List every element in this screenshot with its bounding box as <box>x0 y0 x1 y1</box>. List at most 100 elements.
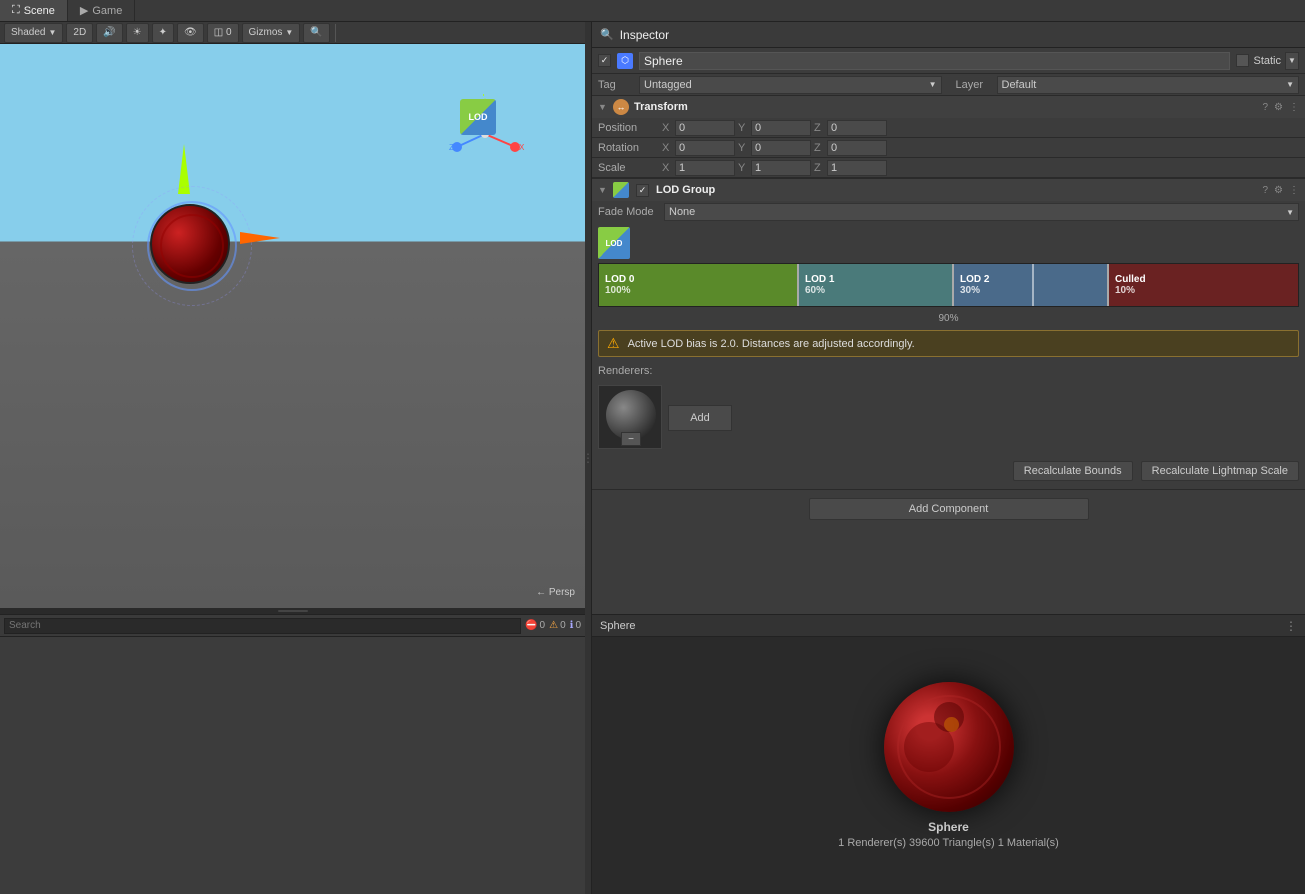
rot-y-input[interactable] <box>751 140 811 156</box>
rot-z-input[interactable] <box>827 140 887 156</box>
lod-enabled-checkbox[interactable] <box>636 184 649 197</box>
error-icon: ⛔ <box>525 620 537 631</box>
pos-x-input[interactable] <box>675 120 735 136</box>
svg-text:Z: Z <box>449 143 454 152</box>
lod1-label: LOD 1 <box>805 274 946 285</box>
2d-label: 2D <box>73 27 86 38</box>
renderer-item-0[interactable]: − <box>598 385 662 449</box>
rot-x-label: X <box>662 142 674 154</box>
layer-dropdown[interactable]: Default ▼ <box>997 76 1300 94</box>
lod-segment-0[interactable]: LOD 0 100% <box>599 264 799 306</box>
static-dropdown-btn[interactable]: ▼ <box>1285 52 1299 70</box>
scale-y-input[interactable] <box>751 160 811 176</box>
scene-sphere-mesh <box>150 204 230 284</box>
lod-collapse-arrow: ▼ <box>598 185 608 195</box>
rotation-label: Rotation <box>598 142 658 154</box>
recalculate-row: Recalculate Bounds Recalculate Lightmap … <box>592 453 1305 489</box>
scale-z-field: Z <box>814 160 887 176</box>
culled-pct: 10% <box>1115 285 1292 296</box>
transform-settings-btn[interactable]: ⚙ <box>1274 102 1283 113</box>
warning-icon: ⚠ <box>549 620 558 631</box>
transform-icon: ↔ <box>613 99 629 115</box>
position-label: Position <box>598 122 658 134</box>
lod-icon <box>613 182 629 198</box>
bottom-left-panel: ⛔ 0 ⚠ 0 ℹ 0 <box>0 614 585 894</box>
fx-button[interactable]: ✦ <box>152 23 174 43</box>
tag-dropdown[interactable]: Untagged ▼ <box>639 76 942 94</box>
go-name-input[interactable] <box>639 52 1230 70</box>
persp-label: ← Persp <box>536 587 575 598</box>
lod-ring <box>132 186 252 306</box>
preview-panel: Sphere ⋮ Sphere 1 Renderer(s) 39600 Tria… <box>592 614 1305 894</box>
view-options-button[interactable]: 👁 <box>177 23 204 43</box>
transform-component: ▼ ↔ Transform ? ⚙ ⋮ Position X <box>592 96 1305 179</box>
rot-y-field: Y <box>738 140 811 156</box>
rot-x-field: X <box>662 140 735 156</box>
pos-x-field: X <box>662 120 735 136</box>
lod-group-header[interactable]: ▼ LOD Group ? ⚙ ⋮ <box>592 179 1305 201</box>
recalculate-lightmap-button[interactable]: Recalculate Lightmap Scale <box>1141 461 1299 481</box>
fade-mode-label: Fade Mode <box>598 206 658 218</box>
layer-arrow: ▼ <box>1286 80 1294 89</box>
inspector-body[interactable]: ⬡ Static ▼ Tag Untagged ▼ Layer Default <box>592 48 1305 614</box>
transform-header[interactable]: ▼ ↔ Transform ? ⚙ ⋮ <box>592 96 1305 118</box>
lod-segment-1[interactable]: LOD 1 60% <box>799 264 954 306</box>
layer-label: Layer <box>956 79 991 91</box>
transform-menu-btn[interactable]: ⋮ <box>1289 102 1299 113</box>
sphere-detail-2 <box>934 702 964 732</box>
console-search-input[interactable] <box>4 618 521 634</box>
layers-button[interactable]: ◫ 0 <box>207 23 239 43</box>
rot-x-input[interactable] <box>675 140 735 156</box>
scale-z-input[interactable] <box>827 160 887 176</box>
static-checkbox[interactable] <box>1236 54 1249 67</box>
layer-value: Default <box>1002 79 1037 91</box>
lod-segment-culled[interactable]: Culled 10% <box>1109 264 1298 306</box>
lod-bar-container[interactable]: LOD 0 100% LOD 1 60% LOD 2 30% Culled 10… <box>598 263 1299 307</box>
scene-view[interactable]: Y X Z LOD ← Persp <box>0 44 585 608</box>
recalculate-bounds-button[interactable]: Recalculate Bounds <box>1013 461 1133 481</box>
audio-button[interactable]: 🔊 <box>96 23 122 43</box>
scene-icon: ⛶ <box>12 4 20 17</box>
scale-label: Scale <box>598 162 658 174</box>
lod-indicator-line <box>1032 264 1034 306</box>
view-tabs: ⛶ Scene ▶ Game <box>0 0 1305 22</box>
tab-scene[interactable]: ⛶ Scene <box>0 0 68 21</box>
renderer-remove-btn-0[interactable]: − <box>621 432 641 446</box>
preview-title: Sphere <box>600 620 635 632</box>
gizmos-button[interactable]: Gizmos ▼ <box>242 23 301 43</box>
transform-actions: ? ⚙ ⋮ <box>1262 102 1299 113</box>
scene-tab-label: Scene <box>24 5 55 17</box>
2d-button[interactable]: 2D <box>66 23 93 43</box>
toolbar-sep <box>335 24 336 42</box>
scale-y-field: Y <box>738 160 811 176</box>
lighting-button[interactable]: ☀ <box>126 23 149 43</box>
fade-mode-dropdown[interactable]: None ▼ <box>664 203 1299 221</box>
lod2-label: LOD 2 <box>960 274 1101 285</box>
inspector-icon: 🔍 <box>600 28 614 41</box>
lod-help-btn[interactable]: ? <box>1262 185 1268 196</box>
resizer-handle <box>278 610 308 612</box>
renderers-row: − Add <box>592 381 1305 453</box>
pos-y-input[interactable] <box>751 120 811 136</box>
pos-z-input[interactable] <box>827 120 887 136</box>
add-renderer-button[interactable]: Add <box>668 405 732 431</box>
add-component-button[interactable]: Add Component <box>809 498 1089 520</box>
transform-help-btn[interactable]: ? <box>1262 102 1268 113</box>
scale-xyz: X Y Z <box>662 160 1299 176</box>
shaded-dropdown[interactable]: Shaded ▼ <box>4 23 63 43</box>
inspector-panel: 🔍 Inspector ⬡ Static ▼ Tag Untagged <box>591 22 1305 894</box>
preview-menu-btn[interactable]: ⋮ <box>1285 619 1297 633</box>
lod-menu-btn[interactable]: ⋮ <box>1289 185 1299 196</box>
search-scene-button[interactable]: 🔍 <box>303 23 329 43</box>
lod-settings-btn[interactable]: ⚙ <box>1274 185 1283 196</box>
go-active-checkbox[interactable] <box>598 54 611 67</box>
rot-z-field: Z <box>814 140 887 156</box>
tab-game[interactable]: ▶ Game <box>68 0 135 21</box>
renderers-label: Renderers: <box>592 361 1305 381</box>
warning-badge: ⚠ 0 <box>549 620 566 631</box>
console-toolbar: ⛔ 0 ⚠ 0 ℹ 0 <box>0 615 585 637</box>
scale-x-input[interactable] <box>675 160 735 176</box>
lod-actions: ? ⚙ ⋮ <box>1262 185 1299 196</box>
info-badge: ℹ 0 <box>570 620 581 631</box>
fade-mode-value: None <box>669 206 695 218</box>
